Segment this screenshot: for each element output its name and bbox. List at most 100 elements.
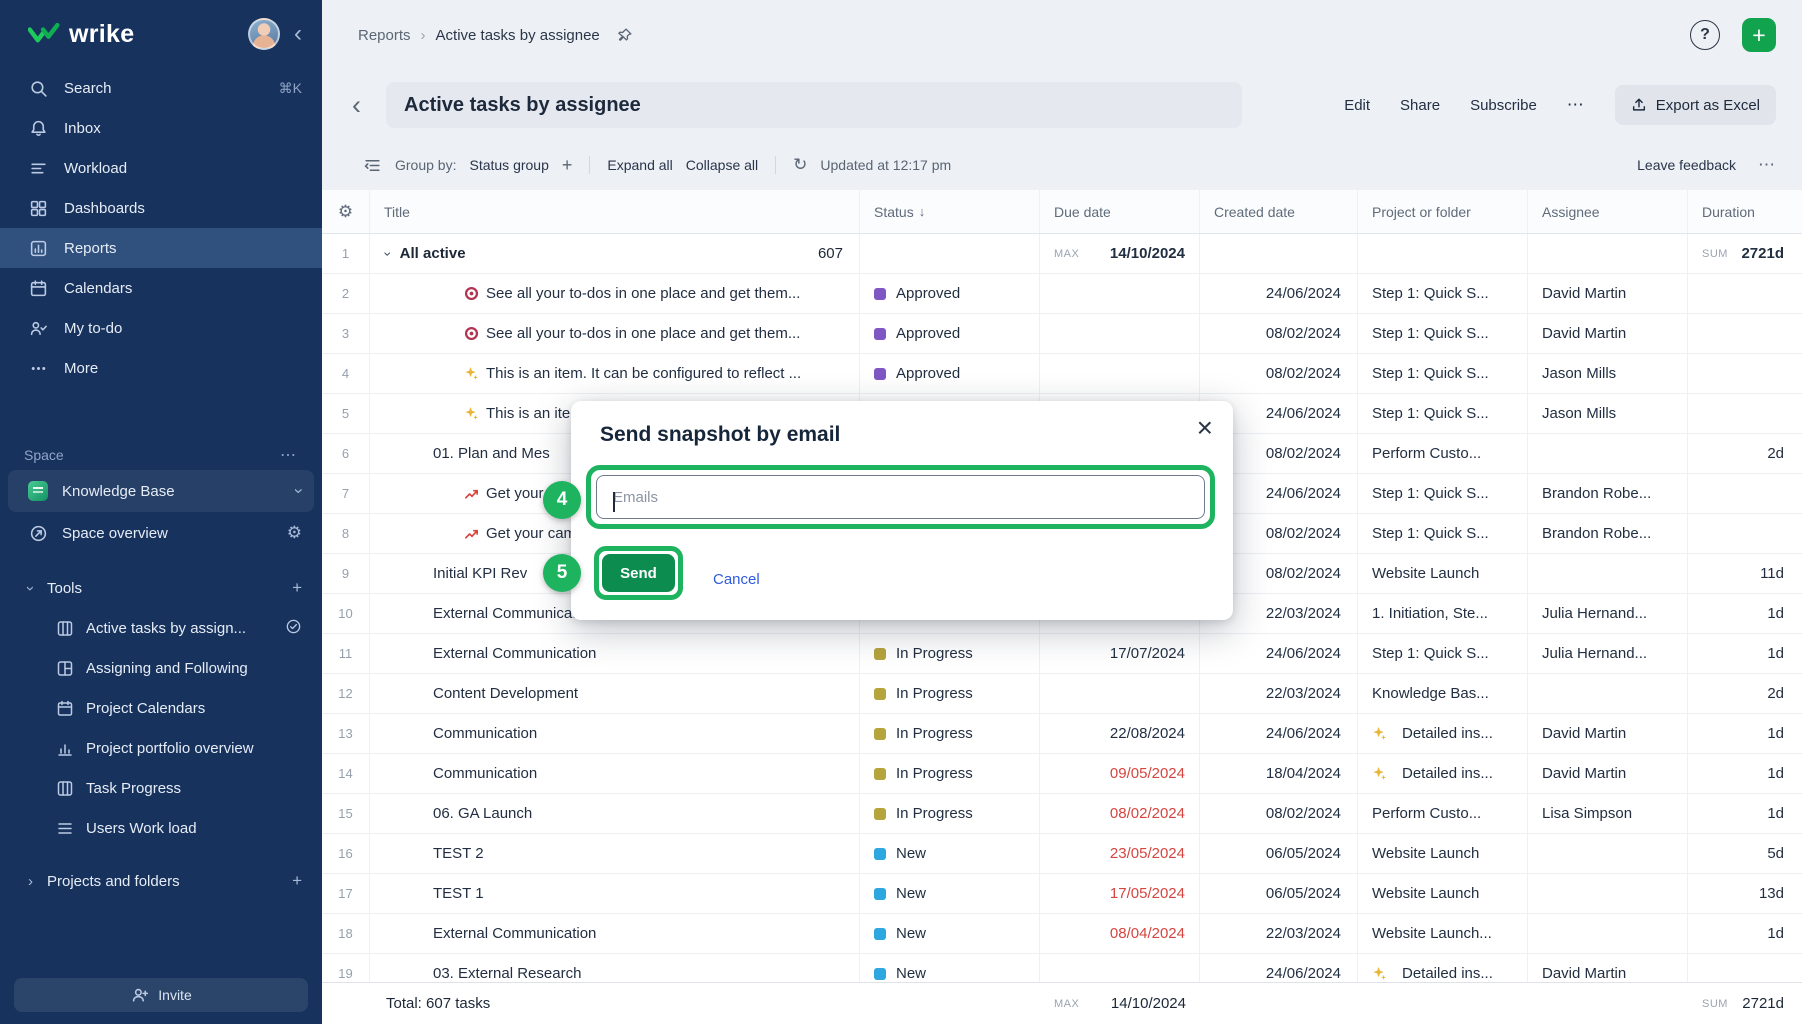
project-cell[interactable]: Detailed ins...	[1358, 714, 1528, 753]
table-row[interactable]: 18External CommunicationNew08/04/202422/…	[322, 914, 1802, 954]
assignee-cell[interactable]	[1528, 554, 1688, 593]
assignee-cell[interactable]: Lisa Simpson	[1528, 794, 1688, 833]
tool-item-project-calendars[interactable]: Project Calendars	[0, 688, 322, 728]
assignee-cell[interactable]: Brandon Robe...	[1528, 514, 1688, 553]
project-cell[interactable]: 1. Initiation, Ste...	[1358, 594, 1528, 633]
assignee-cell[interactable]	[1528, 434, 1688, 473]
sidebar-item-dashboards[interactable]: Dashboards	[0, 188, 322, 228]
close-icon[interactable]: ×	[1193, 407, 1217, 449]
toolbar-more-button[interactable]: ⋯	[1758, 155, 1776, 175]
refresh-icon[interactable]: ↻	[793, 155, 807, 175]
table-row[interactable]: 17TEST 1New17/05/202406/05/2024Website L…	[322, 874, 1802, 914]
status-cell[interactable]: New	[860, 874, 1040, 913]
assignee-cell[interactable]: Julia Hernand...	[1528, 634, 1688, 673]
column-header-title[interactable]: Title	[370, 190, 860, 233]
emails-input[interactable]	[596, 475, 1205, 519]
column-header-created-date[interactable]: Created date	[1200, 190, 1358, 233]
assignee-cell[interactable]	[1528, 914, 1688, 953]
status-cell[interactable]: Approved	[860, 274, 1040, 313]
project-cell[interactable]: Knowledge Bas...	[1358, 674, 1528, 713]
sidebar-item-search[interactable]: Search⌘K	[0, 68, 322, 108]
tool-item-task-progress[interactable]: Task Progress	[0, 768, 322, 808]
send-button[interactable]: Send	[602, 554, 675, 592]
table-row[interactable]: 1›All active607MAX14/10/2024SUM2721d	[322, 234, 1802, 274]
add-project-icon[interactable]: +	[292, 871, 302, 891]
assignee-cell[interactable]	[1528, 834, 1688, 873]
project-cell[interactable]: Step 1: Quick S...	[1358, 354, 1528, 393]
sidebar-item-reports[interactable]: Reports	[0, 228, 322, 268]
export-excel-button[interactable]: Export as Excel	[1615, 85, 1776, 125]
space-settings-gear-icon[interactable]: ⚙	[287, 523, 302, 543]
task-title-cell[interactable]: External Communication	[370, 634, 860, 673]
sidebar-collapse-icon[interactable]: ‹	[294, 22, 302, 46]
project-cell[interactable]: Step 1: Quick S...	[1358, 394, 1528, 433]
create-plus-button[interactable]: +	[1742, 18, 1776, 52]
expand-chevron-icon[interactable]: ›	[380, 251, 396, 256]
sidebar-item-calendars[interactable]: Calendars	[0, 268, 322, 308]
invite-button[interactable]: Invite	[14, 978, 308, 1012]
project-cell[interactable]: Step 1: Quick S...	[1358, 634, 1528, 673]
collapse-all-button[interactable]: Collapse all	[686, 157, 758, 173]
column-header-status[interactable]: Status↓	[860, 190, 1040, 233]
project-cell[interactable]: Step 1: Quick S...	[1358, 474, 1528, 513]
project-cell[interactable]: Step 1: Quick S...	[1358, 514, 1528, 553]
sidebar-item-knowledge-base[interactable]: Knowledge Base ›	[8, 470, 314, 512]
task-title-cell[interactable]: See all your to-dos in one place and get…	[370, 314, 860, 353]
status-cell[interactable]: In Progress	[860, 674, 1040, 713]
tool-item-assigning-and-following[interactable]: Assigning and Following	[0, 648, 322, 688]
status-cell[interactable]	[860, 234, 1040, 273]
status-cell[interactable]: In Progress	[860, 714, 1040, 753]
report-title-field[interactable]: Active tasks by assignee	[386, 82, 1242, 128]
task-title-cell[interactable]: Content Development	[370, 674, 860, 713]
task-title-cell[interactable]: Communication	[370, 754, 860, 793]
status-cell[interactable]: Approved	[860, 354, 1040, 393]
column-settings[interactable]: ⚙	[322, 190, 370, 233]
assignee-cell[interactable]	[1528, 674, 1688, 713]
assignee-cell[interactable]: Brandon Robe...	[1528, 474, 1688, 513]
user-avatar[interactable]	[248, 18, 280, 50]
table-row[interactable]: 13CommunicationIn Progress22/08/202424/0…	[322, 714, 1802, 754]
subscribe-button[interactable]: Subscribe	[1470, 97, 1537, 114]
assignee-cell[interactable]	[1528, 874, 1688, 913]
pin-icon[interactable]	[616, 27, 633, 44]
project-cell[interactable]: Detailed ins...	[1358, 754, 1528, 793]
task-title-cell[interactable]: ›All active607	[370, 234, 860, 273]
assignee-cell[interactable]: David Martin	[1528, 754, 1688, 793]
more-actions-button[interactable]: ⋯	[1567, 95, 1585, 115]
sidebar-section-projects[interactable]: › Projects and folders +	[0, 860, 322, 902]
assignee-cell[interactable]: Jason Mills	[1528, 394, 1688, 433]
column-header-due-date[interactable]: Due date	[1040, 190, 1200, 233]
table-row[interactable]: 12Content DevelopmentIn Progress22/03/20…	[322, 674, 1802, 714]
task-title-cell[interactable]: See all your to-dos in one place and get…	[370, 274, 860, 313]
task-title-cell[interactable]: This is an item. It can be configured to…	[370, 354, 860, 393]
cancel-link[interactable]: Cancel	[713, 561, 760, 599]
assignee-cell[interactable]: Julia Hernand...	[1528, 594, 1688, 633]
breadcrumb-reports[interactable]: Reports	[358, 27, 411, 44]
task-title-cell[interactable]: TEST 1	[370, 874, 860, 913]
help-button[interactable]: ?	[1690, 20, 1720, 50]
space-more-icon[interactable]: ⋯	[280, 445, 298, 465]
sidebar-item-inbox[interactable]: Inbox	[0, 108, 322, 148]
project-cell[interactable]: Website Launch	[1358, 834, 1528, 873]
table-row[interactable]: 1506. GA LaunchIn Progress08/02/202408/0…	[322, 794, 1802, 834]
edit-button[interactable]: Edit	[1344, 97, 1370, 114]
project-cell[interactable]: Perform Custo...	[1358, 794, 1528, 833]
sidebar-item-workload[interactable]: Workload	[0, 148, 322, 188]
share-button[interactable]: Share	[1400, 97, 1440, 114]
group-by-value[interactable]: Status group	[469, 157, 548, 173]
task-title-cell[interactable]: TEST 2	[370, 834, 860, 873]
assignee-cell[interactable]	[1528, 234, 1688, 273]
tool-item-active-tasks-by-assign[interactable]: Active tasks by assign...	[0, 608, 322, 648]
sidebar-item-my-to-do[interactable]: My to-do	[0, 308, 322, 348]
table-row[interactable]: 4This is an item. It can be configured t…	[322, 354, 1802, 394]
back-chevron-icon[interactable]: ‹	[352, 92, 378, 119]
tool-item-project-portfolio-overview[interactable]: Project portfolio overview	[0, 728, 322, 768]
project-cell[interactable]: Website Launch	[1358, 874, 1528, 913]
add-tool-icon[interactable]: +	[292, 578, 302, 598]
table-row[interactable]: 16TEST 2New23/05/202406/05/2024Website L…	[322, 834, 1802, 874]
assignee-cell[interactable]: Jason Mills	[1528, 354, 1688, 393]
task-title-cell[interactable]: 06. GA Launch	[370, 794, 860, 833]
status-cell[interactable]: Approved	[860, 314, 1040, 353]
column-header-assignee[interactable]: Assignee	[1528, 190, 1688, 233]
status-cell[interactable]: New	[860, 834, 1040, 873]
